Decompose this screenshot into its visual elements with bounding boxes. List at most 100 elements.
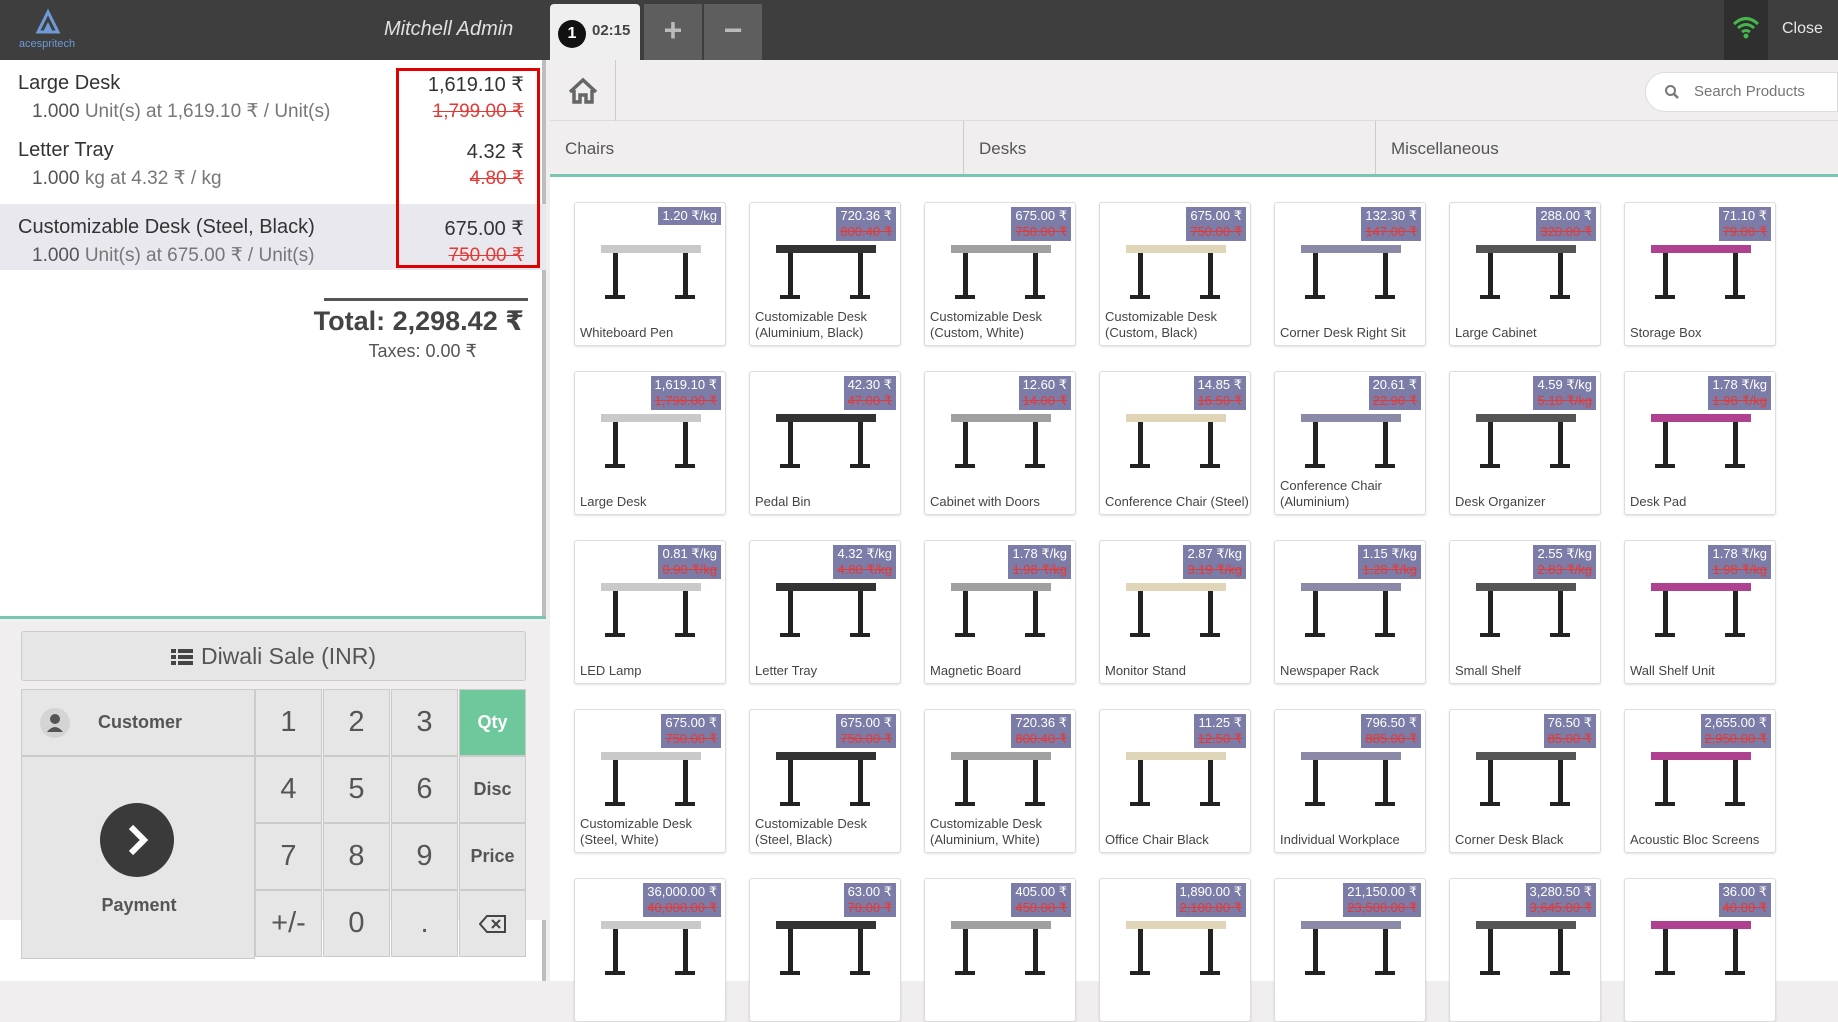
product-card[interactable]: 36,000.00 ₹40,000.00 ₹	[574, 878, 726, 1022]
numpad-key-6[interactable]: 6	[391, 756, 458, 823]
product-name: Individual Workplace	[1280, 832, 1400, 847]
home-icon	[568, 77, 598, 104]
category-miscellaneous[interactable]: Miscellaneous	[1376, 121, 1838, 174]
numpad-key-8[interactable]: 8	[323, 823, 390, 890]
product-card[interactable]: 405.00 ₹450.00 ₹	[924, 878, 1076, 1022]
product-card[interactable]: 720.36 ₹800.40 ₹ Customizable Desk (Alumi…	[924, 709, 1076, 853]
category-desks[interactable]: Desks	[964, 121, 1376, 174]
product-card[interactable]: 11.25 ₹12.50 ₹ Office Chair Black	[1099, 709, 1251, 853]
product-price: 288.00 ₹	[1540, 208, 1592, 223]
search-input[interactable]	[1694, 83, 1834, 100]
pricelist-button[interactable]: Diwali Sale (INR)	[21, 631, 526, 681]
product-old-price: 147.00 ₹	[1365, 224, 1417, 239]
product-price: 1.78 ₹/kg	[1012, 546, 1067, 561]
product-name: Storage Box	[1630, 325, 1702, 340]
product-card[interactable]: 2.55 ₹/kg 2.83 ₹/kg Small Shelf	[1449, 540, 1601, 684]
home-button[interactable]	[550, 60, 616, 121]
product-card[interactable]: 1.78 ₹/kg 1.98 ₹/kg Magnetic Board	[924, 540, 1076, 684]
price-tag: 3,280.50 ₹3,645.00 ₹	[1525, 883, 1596, 917]
customer-label: Customer	[98, 712, 183, 732]
product-card[interactable]: 675.00 ₹750.00 ₹ Customizable Desk (Custo…	[1099, 202, 1251, 346]
product-card[interactable]: 1,619.10 ₹1,799.00 ₹ Large Desk	[574, 371, 726, 515]
product-old-price: 800.40 ₹	[840, 224, 892, 239]
product-price: 796.50 ₹	[1365, 715, 1417, 730]
product-name: Conference Chair (Steel)	[1105, 494, 1249, 509]
product-old-price: 450.00 ₹	[1015, 900, 1067, 915]
product-card[interactable]: 1,890.00 ₹2,100.00 ₹	[1099, 878, 1251, 1022]
product-old-price: 2,100.00 ₹	[1179, 900, 1243, 915]
close-button[interactable]: Close	[1782, 20, 1823, 38]
product-old-price: 1.98 ₹/kg	[1712, 393, 1767, 408]
product-card[interactable]: 2.87 ₹/kg 3.19 ₹/kg Monitor Stand	[1099, 540, 1251, 684]
price-tag: 42.30 ₹47.00 ₹	[843, 376, 896, 410]
customer-button[interactable]: Customer	[21, 689, 255, 756]
search-box[interactable]	[1645, 72, 1838, 112]
price-tag: 1.20 ₹/kg	[658, 207, 721, 225]
product-card[interactable]: 42.30 ₹47.00 ₹ Pedal Bin	[749, 371, 901, 515]
product-card[interactable]: 0.81 ₹/kg 0.90 ₹/kg LED Lamp	[574, 540, 726, 684]
product-card[interactable]: 132.30 ₹147.00 ₹ Corner Desk Right Sit	[1274, 202, 1426, 346]
product-old-price: 40.00 ₹	[1722, 900, 1767, 915]
product-card[interactable]: 1.20 ₹/kg Whiteboard Pen	[574, 202, 726, 346]
category-chairs[interactable]: Chairs	[550, 121, 964, 174]
product-card[interactable]: 4.32 ₹/kg 4.80 ₹/kg Letter Tray	[749, 540, 901, 684]
backspace-button[interactable]	[459, 890, 526, 957]
product-card[interactable]: 63.00 ₹70.00 ₹	[749, 878, 901, 1022]
product-card[interactable]: 675.00 ₹750.00 ₹ Customizable Desk (Custo…	[924, 202, 1076, 346]
product-card[interactable]: 288.00 ₹320.00 ₹ Large Cabinet	[1449, 202, 1601, 346]
cashier-name[interactable]: Mitchell Admin	[384, 18, 513, 41]
product-card[interactable]: 796.50 ₹885.00 ₹ Individual Workplace	[1274, 709, 1426, 853]
numpad-key-2[interactable]: 2	[323, 689, 390, 756]
product-old-price: 750.00 ₹	[1015, 224, 1067, 239]
remove-order-button[interactable]: −	[704, 4, 762, 60]
product-old-price: 1.28 ₹/kg	[1362, 562, 1417, 577]
numpad-key-7[interactable]: 7	[255, 823, 322, 890]
product-card[interactable]: 14.85 ₹16.50 ₹ Conference Chair (Steel)	[1099, 371, 1251, 515]
product-card[interactable]: 675.00 ₹750.00 ₹ Customizable Desk (Steel…	[749, 709, 901, 853]
product-card[interactable]: 76.50 ₹85.00 ₹ Corner Desk Black	[1449, 709, 1601, 853]
product-name: Whiteboard Pen	[580, 325, 674, 340]
product-card[interactable]: 1.78 ₹/kg 1.98 ₹/kg Wall Shelf Unit	[1624, 540, 1776, 684]
product-card[interactable]: 20.61 ₹22.90 ₹ Conference Chair (Aluminiu…	[1274, 371, 1426, 515]
order-tab-1[interactable]: 1 02:15	[550, 4, 640, 60]
numpad-key-5[interactable]: 5	[323, 756, 390, 823]
chevron-right-icon	[100, 803, 174, 877]
product-card[interactable]: 36.00 ₹40.00 ₹	[1624, 878, 1776, 1022]
numpad-key-1[interactable]: 1	[255, 689, 322, 756]
product-card[interactable]: 71.10 ₹79.00 ₹ Storage Box	[1624, 202, 1776, 346]
numpad-key-3[interactable]: 3	[391, 689, 458, 756]
qty-mode-button[interactable]: Qty	[459, 689, 526, 756]
product-card[interactable]: 675.00 ₹750.00 ₹ Customizable Desk (Steel…	[574, 709, 726, 853]
numpad-key-plus-minus[interactable]: +/-	[255, 890, 322, 957]
price-mode-button[interactable]: Price	[459, 823, 526, 890]
product-card[interactable]: 21,150.00 ₹23,500.00 ₹	[1274, 878, 1426, 1022]
product-old-price: 885.00 ₹	[1365, 731, 1417, 746]
product-card[interactable]: 720.36 ₹800.40 ₹ Customizable Desk (Alumi…	[749, 202, 901, 346]
numpad-key-4[interactable]: 4	[255, 756, 322, 823]
product-price: 2.87 ₹/kg	[1187, 546, 1242, 561]
product-card[interactable]: 1.15 ₹/kg 1.28 ₹/kg Newspaper Rack	[1274, 540, 1426, 684]
product-old-price: 14.00 ₹	[1022, 393, 1067, 408]
search-icon	[1665, 85, 1679, 99]
product-card[interactable]: 2,655.00 ₹2,950.00 ₹ Acoustic Bloc Screen…	[1624, 709, 1776, 853]
numpad-key-decimal[interactable]: .	[391, 890, 458, 957]
backspace-icon	[478, 915, 506, 934]
numpad-key-9[interactable]: 9	[391, 823, 458, 890]
product-price: 76.50 ₹	[1547, 715, 1592, 730]
product-price: 63.00 ₹	[847, 884, 892, 899]
product-old-price: 1,799.00 ₹	[654, 393, 718, 408]
numpad-key-0[interactable]: 0	[323, 890, 390, 957]
product-name: Desk Organizer	[1455, 494, 1546, 509]
product-price: 1.15 ₹/kg	[1362, 546, 1417, 561]
product-card[interactable]: 4.59 ₹/kg 5.10 ₹/kg Desk Organizer	[1449, 371, 1601, 515]
product-card[interactable]: 3,280.50 ₹3,645.00 ₹	[1449, 878, 1601, 1022]
order-total: Total: 2,298.42 ₹	[313, 306, 524, 336]
product-card[interactable]: 1.78 ₹/kg 1.98 ₹/kg Desk Pad	[1624, 371, 1776, 515]
order-number: 1	[558, 20, 586, 48]
add-order-button[interactable]: +	[644, 4, 702, 60]
product-card[interactable]: 12.60 ₹14.00 ₹ Cabinet with Doors	[924, 371, 1076, 515]
order-time: 02:15	[592, 22, 631, 39]
price-tag: 720.36 ₹800.40 ₹	[1011, 714, 1071, 748]
payment-button[interactable]: Payment	[21, 756, 255, 959]
disc-mode-button[interactable]: Disc	[459, 756, 526, 823]
